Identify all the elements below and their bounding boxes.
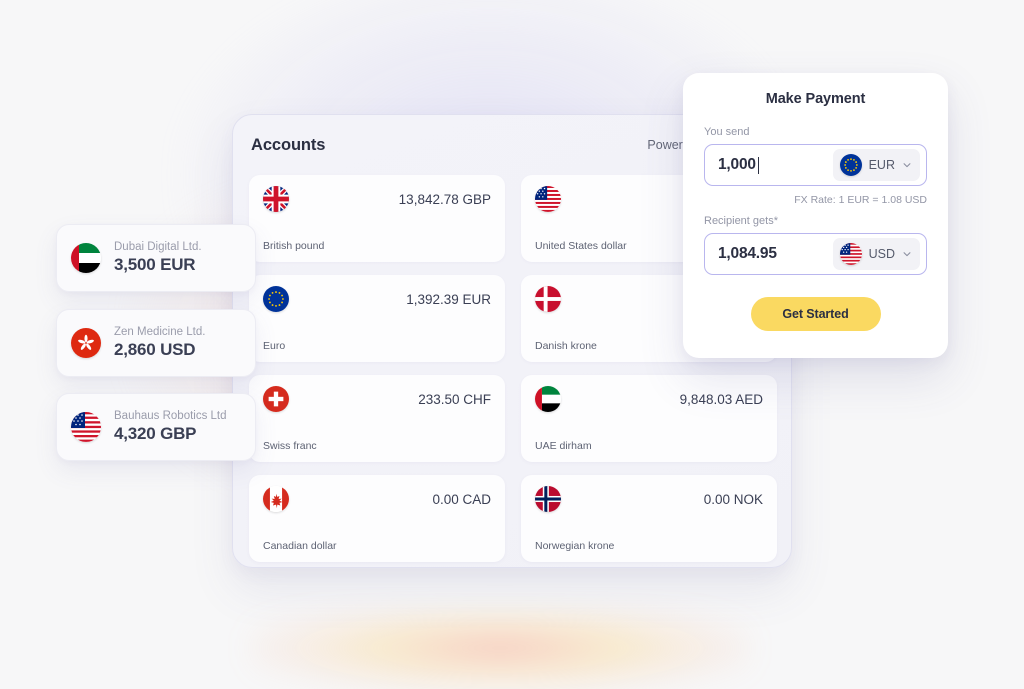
recipient-gets-currency-code: USD <box>868 247 895 261</box>
account-card-top: 233.50 CHF <box>263 386 491 412</box>
eu-flag-icon <box>263 286 289 312</box>
you-send-label: You send <box>704 126 750 138</box>
you-send-currency-code: EUR <box>868 158 895 172</box>
get-started-button[interactable]: Get Started <box>750 297 881 331</box>
account-currency-name: British pound <box>263 240 325 252</box>
recipient-gets-label: Recipient gets* <box>704 215 778 227</box>
company-card-texts: Dubai Digital Ltd. 3,500 EUR <box>114 241 202 275</box>
ae-flag-icon <box>535 386 561 412</box>
dk-flag-icon <box>535 286 561 312</box>
you-send-amount-input[interactable]: 1,000 <box>718 156 760 174</box>
ae-flag-icon <box>71 243 101 273</box>
company-name: Dubai Digital Ltd. <box>114 241 202 253</box>
account-currency-name: UAE dirham <box>535 440 592 452</box>
account-card-uae-dirham[interactable]: 9,848.03 AED UAE dirham <box>521 375 777 462</box>
account-card-swiss-franc[interactable]: 233.50 CHF Swiss franc <box>249 375 505 462</box>
payment-card-title: Make Payment <box>765 91 866 107</box>
you-send-currency-selector[interactable]: EUR <box>832 149 920 181</box>
recipient-gets-amount-value: 1,084.95 <box>718 245 777 262</box>
ca-flag-icon <box>263 486 289 512</box>
account-balance: 0.00 NOK <box>703 491 763 507</box>
account-currency-name: Canadian dollar <box>263 540 337 552</box>
account-card-canadian-dollar[interactable]: 0.00 CAD Canadian dollar <box>249 475 505 562</box>
company-name: Bauhaus Robotics Ltd <box>114 410 227 422</box>
company-amount: 3,500 EUR <box>114 255 196 274</box>
account-currency-name: Norwegian krone <box>535 540 615 552</box>
account-balance: 9,848.03 AED <box>679 391 763 407</box>
you-send-field[interactable]: 1,000 EUR <box>704 144 927 186</box>
account-card-top: 1,392.39 EUR <box>263 286 491 312</box>
account-balance: 13,842.78 GBP <box>398 191 491 207</box>
fx-rate-text: FX Rate: 1 EUR = 1.08 USD <box>794 194 927 206</box>
company-card-zen-medicine[interactable]: Zen Medicine Ltd. 2,860 USD <box>56 309 256 377</box>
account-balance: 1,392.39 EUR <box>406 291 491 307</box>
text-cursor <box>757 156 760 174</box>
account-currency-name: Euro <box>263 340 286 352</box>
account-card-top: 13,842.78 GBP <box>263 186 491 212</box>
recipient-gets-currency-selector[interactable]: USD <box>832 238 920 270</box>
account-card-norwegian-krone[interactable]: 0.00 NOK Norwegian krone <box>521 475 777 562</box>
eu-flag-icon <box>839 154 862 176</box>
account-card-top: 0.00 NOK <box>535 486 763 512</box>
account-balance: 233.50 CHF <box>418 391 491 407</box>
us-flag-icon <box>71 412 101 442</box>
company-card-dubai-digital[interactable]: Dubai Digital Ltd. 3,500 EUR <box>56 224 256 292</box>
account-card-top: 0.00 CAD <box>263 486 491 512</box>
page-title: Accounts <box>251 135 326 154</box>
company-amount: 2,860 USD <box>114 340 196 359</box>
company-card-texts: Zen Medicine Ltd. 2,860 USD <box>114 326 205 360</box>
chevron-down-icon <box>903 252 911 257</box>
company-name: Zen Medicine Ltd. <box>114 326 206 338</box>
make-payment-card: Make Payment You send 1,000 EUR FX Rate:… <box>683 73 948 358</box>
hk-flag-icon <box>71 328 101 358</box>
background-glow-bottom <box>250 612 750 689</box>
company-amount: 4,320 GBP <box>114 424 197 443</box>
account-balance: 0.00 CAD <box>432 491 491 507</box>
account-card-euro[interactable]: 1,392.39 EUR Euro <box>249 275 505 362</box>
company-card-bauhaus-robotics[interactable]: Bauhaus Robotics Ltd 4,320 GBP <box>56 393 256 461</box>
account-card-top: 9,848.03 AED <box>535 386 763 412</box>
chevron-down-icon <box>903 163 911 168</box>
gb-flag-icon <box>263 186 289 212</box>
account-currency-name: Swiss franc <box>263 440 317 452</box>
us-flag-icon <box>839 243 862 265</box>
ch-flag-icon <box>263 386 289 412</box>
no-flag-icon <box>535 486 561 512</box>
company-card-texts: Bauhaus Robotics Ltd 4,320 GBP <box>114 410 227 444</box>
recipient-gets-field[interactable]: 1,084.95 USD <box>704 233 927 275</box>
you-send-amount-value: 1,000 <box>718 156 756 173</box>
account-card-british-pound[interactable]: 13,842.78 GBP British pound <box>249 175 505 262</box>
us-flag-icon <box>535 186 561 212</box>
